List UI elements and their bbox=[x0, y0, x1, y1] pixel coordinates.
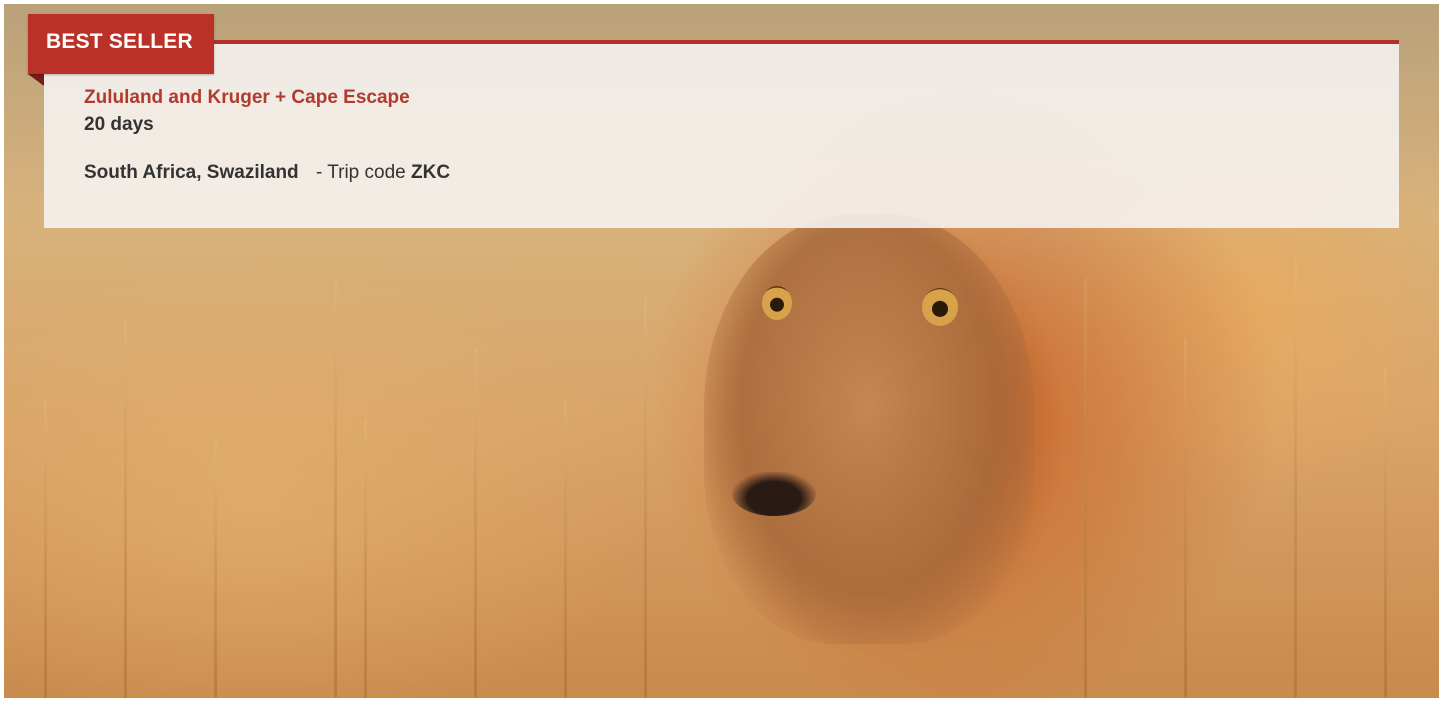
panel-accent-line bbox=[44, 40, 1399, 44]
trip-code-prefix: - Trip code bbox=[315, 162, 406, 183]
best-seller-label: BEST SELLER bbox=[46, 30, 193, 53]
trip-duration: 20 days bbox=[84, 114, 154, 135]
ribbon-fold bbox=[28, 74, 44, 86]
trip-title-link[interactable]: Zululand and Kruger + Cape Escape bbox=[84, 87, 410, 109]
lion-face bbox=[704, 214, 1034, 644]
trip-code: ZKC bbox=[411, 162, 451, 183]
trip-countries: South Africa, Swaziland bbox=[84, 162, 299, 183]
trip-info-panel[interactable] bbox=[44, 43, 1399, 228]
lion-eye-right bbox=[922, 288, 958, 326]
lion-eye-left bbox=[762, 286, 792, 320]
trip-meta-line: South Africa, Swaziland - Trip code ZKC bbox=[84, 162, 450, 184]
lion-nose bbox=[732, 472, 816, 516]
